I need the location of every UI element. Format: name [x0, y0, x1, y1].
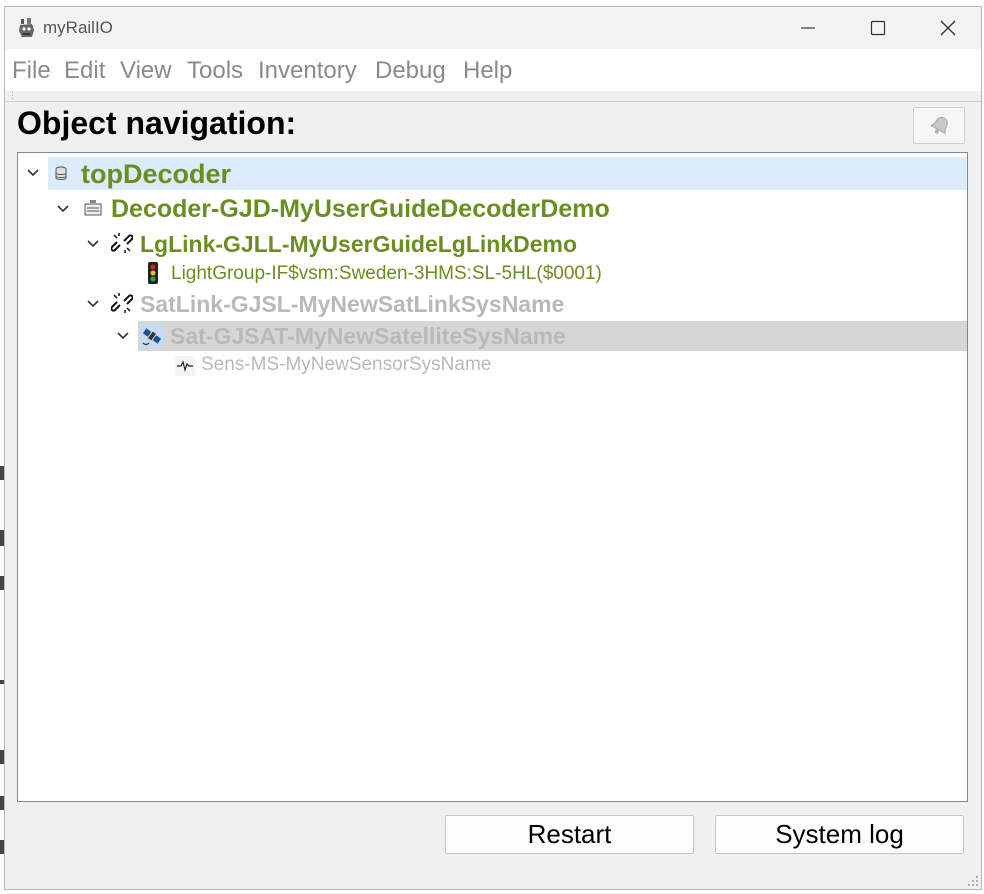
bell-icon: [930, 116, 948, 135]
menu-bar: File Edit View Tools Inventory Debug Hel…: [5, 49, 981, 91]
tree-node-lglink[interactable]: LgLink-GJLL-MyUserGuideLgLinkDemo: [18, 229, 967, 259]
chevron-down-icon[interactable]: [56, 204, 70, 214]
window-title: myRailIO: [43, 18, 113, 37]
broken-link-icon: [111, 293, 133, 313]
restart-button[interactable]: Restart: [445, 815, 694, 854]
tree-node-label: SatLink-GJSL-MyNewSatLinkSysName: [140, 291, 565, 317]
close-icon: [940, 20, 956, 36]
menu-view[interactable]: View: [120, 57, 172, 85]
tree-node-label: Sat-GJSAT-MyNewSatelliteSysName: [170, 323, 566, 349]
close-button[interactable]: [925, 7, 971, 49]
traffic-light-icon: [148, 262, 158, 284]
broken-link-icon: [111, 233, 133, 253]
tree-node-label: LightGroup-IF$vsm:Sweden-3HMS:SL-5HL($00…: [171, 263, 602, 284]
decoder-board-icon: [84, 200, 102, 216]
page-title: Object navigation:: [17, 105, 297, 141]
chevron-down-icon[interactable]: [86, 239, 100, 249]
chevron-down-icon[interactable]: [116, 331, 130, 341]
resize-grip-icon[interactable]: [967, 875, 979, 887]
menu-help[interactable]: Help: [463, 57, 512, 85]
tree-node-top-decoder[interactable]: topDecoder: [18, 157, 967, 190]
toolbar-separator: [5, 101, 981, 102]
tree-node-decoder[interactable]: Decoder-GJD-MyUserGuideDecoderDemo: [18, 193, 967, 225]
tree-node-label: Sens-MS-MyNewSensorSysName: [201, 354, 492, 375]
tree-node-satlink[interactable]: SatLink-GJSL-MyNewSatLinkSysName: [18, 289, 967, 319]
minimize-button[interactable]: [785, 7, 831, 49]
satellite-icon: [140, 324, 164, 348]
tree-node-sat[interactable]: Sat-GJSAT-MyNewSatelliteSysName: [18, 321, 967, 351]
maximize-icon: [870, 20, 886, 36]
menu-tools[interactable]: Tools: [187, 57, 243, 85]
tree-node-label: Decoder-GJD-MyUserGuideDecoderDemo: [111, 195, 610, 223]
app-logo-icon: [19, 18, 34, 37]
alarm-bell-button[interactable]: [913, 107, 965, 144]
menu-edit[interactable]: Edit: [64, 57, 105, 85]
object-tree[interactable]: topDecoder Decoder-GJD-MyUserGuideDecode…: [17, 152, 968, 802]
tree-node-sensor[interactable]: Sens-MS-MyNewSensorSysName: [18, 352, 967, 380]
tree-node-label: LgLink-GJLL-MyUserGuideLgLinkDemo: [140, 231, 578, 257]
sensor-signal-icon: [175, 356, 195, 376]
menu-file[interactable]: File: [12, 57, 51, 85]
database-icon: [55, 166, 67, 180]
maximize-button[interactable]: [855, 7, 901, 49]
tree-node-label: topDecoder: [81, 159, 232, 189]
menu-inventory[interactable]: Inventory: [258, 57, 357, 85]
chevron-down-icon[interactable]: [86, 299, 100, 309]
minimize-icon: [801, 27, 815, 29]
title-bar[interactable]: myRailIO: [5, 7, 981, 49]
tree-node-lightgroup[interactable]: LightGroup-IF$vsm:Sweden-3HMS:SL-5HL($00…: [18, 261, 967, 289]
app-window: myRailIO File Edit View Tools Inventory …: [4, 6, 982, 890]
chevron-down-icon[interactable]: [26, 168, 40, 178]
toolbar-grip[interactable]: ⋮: [8, 91, 17, 100]
menu-debug[interactable]: Debug: [375, 57, 446, 85]
system-log-button[interactable]: System log: [715, 815, 964, 854]
